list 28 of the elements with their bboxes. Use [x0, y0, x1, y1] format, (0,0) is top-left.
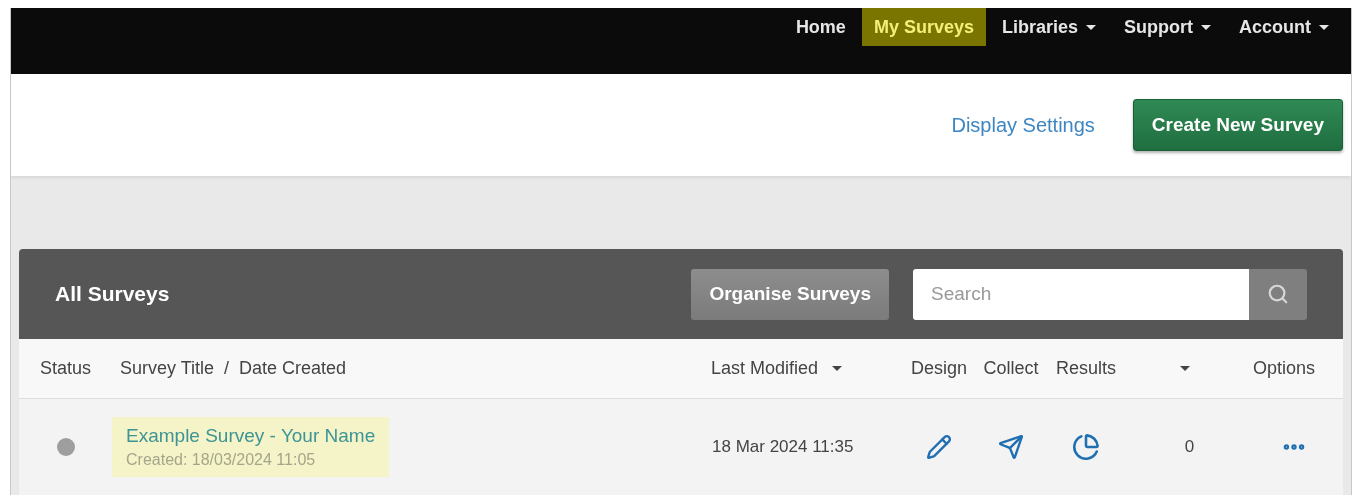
nav-tab[interactable]: Libraries [989, 8, 1108, 46]
column-header: Collect [983, 358, 1039, 379]
column-header: Design [911, 358, 967, 379]
sort-caret-icon[interactable] [1180, 366, 1190, 371]
pencil-icon[interactable] [926, 434, 952, 460]
response-count: 0 [1183, 437, 1195, 457]
nav-tab[interactable]: Home [783, 8, 858, 46]
column-header: Last Modified [711, 358, 819, 379]
search-field[interactable]: Search [913, 268, 1249, 320]
column-header: Options [1253, 358, 1316, 379]
nav-tab[interactable]: My Surveys [861, 8, 986, 46]
column-header: Results [1056, 358, 1116, 379]
panel-title: All Surveys [55, 282, 171, 306]
organise-button[interactable]: Organise Surveys [691, 268, 889, 320]
create-survey-button[interactable]: Create New Survey [1132, 99, 1343, 151]
last-modified-cell-text: 18 Mar 2024 11:35 [711, 437, 855, 457]
column-header: Survey Title / Date Created [120, 358, 347, 379]
sort-caret-icon[interactable] [832, 366, 843, 371]
survey-title-link[interactable]: Example Survey - Your Name [126, 425, 376, 447]
search-button[interactable] [1249, 268, 1307, 320]
paper-plane-icon[interactable] [998, 434, 1024, 460]
column-header: Status [40, 358, 91, 379]
display-settings-link[interactable]: Display Settings [951, 113, 1095, 137]
created-date: Created: 18/03/2024 11:05 [126, 451, 317, 469]
search-icon [1267, 283, 1289, 305]
pie-chart-icon[interactable] [1072, 433, 1100, 461]
nav-tab[interactable]: Account [1227, 8, 1341, 46]
nav-tab[interactable]: Support [1112, 8, 1223, 46]
